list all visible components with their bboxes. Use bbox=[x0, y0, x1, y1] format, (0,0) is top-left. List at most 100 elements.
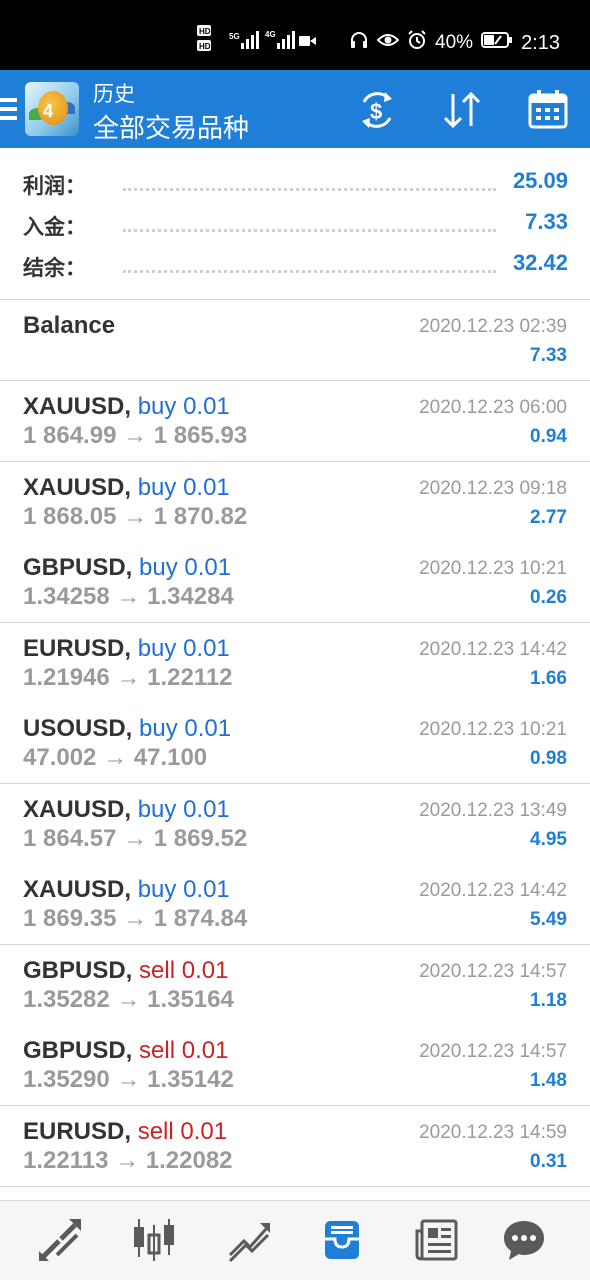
history-row[interactable]: XAUUSD, buy 0.01 1 868.05 → 1 870.82 202… bbox=[0, 462, 590, 543]
deal-symbol: GBPUSD, bbox=[23, 957, 133, 984]
deal-side: buy bbox=[137, 876, 177, 903]
status-bar: HD HD 5G 4G 40% 2:13 bbox=[0, 0, 590, 70]
deal-symbol: EURUSD, bbox=[23, 1118, 132, 1145]
svg-text:4G: 4G bbox=[265, 30, 276, 39]
deal-date: 2020.12.23 14:59 bbox=[419, 1122, 567, 1143]
deal-profit: 4.95 bbox=[530, 829, 567, 850]
dotted-leader bbox=[123, 229, 496, 232]
deal-prices: 1 868.05 → 1 870.82 bbox=[23, 503, 248, 530]
quotes-icon[interactable] bbox=[37, 1217, 83, 1263]
alarm-icon bbox=[407, 30, 427, 56]
deal-side: buy bbox=[137, 393, 177, 420]
deal-symbol: GBPUSD, bbox=[23, 1037, 133, 1064]
deal-side: buy bbox=[137, 796, 177, 823]
history-row[interactable]: USOUSD, buy 0.01 47.002 → 47.100 2020.12… bbox=[0, 703, 590, 784]
balance-label: 结余： bbox=[23, 256, 86, 280]
menu-icon[interactable] bbox=[0, 98, 17, 120]
profit-value: 25.09 bbox=[512, 168, 568, 193]
trade-icon[interactable] bbox=[226, 1217, 272, 1263]
history-row[interactable]: XAUUSD, buy 0.01 1 869.35 → 1 874.84 202… bbox=[0, 864, 590, 945]
deal-volume: 0.01 bbox=[184, 554, 232, 581]
summary-balance-row: 结余： 32.42 bbox=[23, 250, 568, 284]
deal-side: sell bbox=[139, 1037, 176, 1064]
deal-profit: 2.77 bbox=[530, 507, 567, 528]
deal-volume: 0.01 bbox=[183, 876, 230, 903]
svg-text:$: $ bbox=[370, 99, 382, 124]
deal-prices: 1 864.57 → 1 869.52 bbox=[23, 825, 248, 852]
deal-date: 2020.12.23 06:00 bbox=[419, 397, 567, 418]
deal-profit: 1.18 bbox=[530, 990, 567, 1011]
deal-side: buy bbox=[139, 715, 178, 742]
svg-text:HD: HD bbox=[199, 42, 211, 51]
deal-date: 2020.12.23 09:18 bbox=[419, 478, 567, 499]
deal-symbol: XAUUSD, bbox=[23, 876, 132, 903]
history-row[interactable]: GBPUSD, sell 0.01 1.35290 → 1.35142 2020… bbox=[0, 1025, 590, 1106]
app-bar: 4 历史 全部交易品种 $ bbox=[0, 70, 590, 148]
profit-label: 利润： bbox=[23, 174, 86, 198]
currency-exchange-icon[interactable]: $ bbox=[355, 88, 399, 132]
deal-prices: 1.34258 → 1.34284 bbox=[23, 583, 234, 610]
svg-text:HD: HD bbox=[199, 27, 211, 36]
deal-prices: 1.21946 → 1.22112 bbox=[23, 664, 233, 691]
headphones-icon bbox=[349, 30, 369, 56]
svg-text:5G: 5G bbox=[229, 32, 240, 41]
news-icon[interactable] bbox=[414, 1217, 460, 1263]
clock: 2:13 bbox=[521, 31, 560, 54]
deal-prices: 1.35290 → 1.35142 bbox=[23, 1066, 234, 1093]
history-row[interactable]: Balance 2020.12.23 02:39 7.33 bbox=[0, 300, 590, 381]
deal-prices: 1.35282 → 1.35164 bbox=[23, 986, 234, 1013]
battery-icon bbox=[481, 31, 513, 55]
deal-symbol: EURUSD, bbox=[23, 635, 132, 662]
dotted-leader bbox=[123, 270, 496, 273]
deal-volume: 0.01 bbox=[183, 796, 230, 823]
sort-icon[interactable] bbox=[440, 88, 484, 132]
deal-side: buy bbox=[139, 554, 178, 581]
battery-percent: 40% bbox=[435, 32, 474, 53]
deposit-label: 入金： bbox=[23, 215, 86, 239]
deal-profit: 1.66 bbox=[530, 668, 567, 689]
deal-date: 2020.12.23 14:42 bbox=[419, 639, 567, 660]
chart-candles-icon[interactable] bbox=[131, 1217, 177, 1263]
deal-prices: 47.002 → 47.100 bbox=[23, 744, 208, 771]
network-indicator: HD HD 5G 4G bbox=[197, 25, 317, 58]
deal-volume: 0.01 bbox=[181, 957, 229, 984]
mt4-logo: 4 bbox=[25, 82, 79, 136]
deal-volume: 0.01 bbox=[184, 715, 232, 742]
deal-date: 2020.12.23 13:49 bbox=[419, 800, 567, 821]
deal-date: 2020.12.23 10:21 bbox=[419, 558, 567, 579]
history-row[interactable]: XAUUSD, buy 0.01 1 864.57 → 1 869.52 202… bbox=[0, 784, 590, 865]
deal-date: 2020.12.23 02:39 bbox=[419, 316, 567, 337]
deal-date: 2020.12.23 10:21 bbox=[419, 719, 567, 740]
summary-profit-row: 利润： 25.09 bbox=[23, 168, 568, 202]
deal-symbol: XAUUSD, bbox=[23, 474, 132, 501]
history-row[interactable]: GBPUSD, sell 0.01 1.35282 → 1.35164 2020… bbox=[0, 945, 590, 1026]
balance-value: 32.42 bbox=[512, 250, 568, 275]
deal-side: buy bbox=[137, 474, 177, 501]
deal-symbol: GBPUSD, bbox=[23, 554, 133, 581]
history-icon[interactable] bbox=[319, 1217, 365, 1263]
deal-volume: 0.01 bbox=[180, 1118, 228, 1145]
app-subtitle[interactable]: 历史 bbox=[93, 78, 135, 108]
deal-volume: 0.01 bbox=[181, 1037, 229, 1064]
deal-side: sell bbox=[137, 1118, 174, 1145]
app-title[interactable]: 全部交易品种 bbox=[93, 108, 249, 145]
chat-icon[interactable] bbox=[501, 1217, 547, 1263]
deal-volume: 0.01 bbox=[183, 393, 230, 420]
summary-deposit-row: 入金： 7.33 bbox=[23, 209, 568, 243]
history-row[interactable]: EURUSD, sell 0.01 1.22113 → 1.22082 2020… bbox=[0, 1106, 590, 1187]
deal-symbol: USOUSD, bbox=[23, 715, 133, 742]
calendar-icon[interactable] bbox=[526, 88, 570, 132]
history-row[interactable]: EURUSD, buy 0.01 1.21946 → 1.22112 2020.… bbox=[0, 623, 590, 704]
deal-prices: 1 869.35 → 1 874.84 bbox=[23, 905, 248, 932]
deal-prices: 1.22113 → 1.22082 bbox=[23, 1147, 233, 1174]
deal-profit: 0.94 bbox=[530, 426, 567, 447]
deal-symbol: XAUUSD, bbox=[23, 393, 132, 420]
deposit-value: 7.33 bbox=[525, 209, 568, 234]
history-row[interactable]: XAUUSD, buy 0.01 1 864.99 → 1 865.93 202… bbox=[0, 381, 590, 462]
deal-profit: 5.49 bbox=[530, 909, 567, 930]
history-row[interactable]: GBPUSD, buy 0.01 1.34258 → 1.34284 2020.… bbox=[0, 542, 590, 623]
deal-volume: 0.01 bbox=[183, 474, 230, 501]
deal-side: buy bbox=[137, 635, 177, 662]
deal-profit: 0.98 bbox=[530, 748, 567, 769]
deal-profit: 0.26 bbox=[530, 587, 567, 608]
